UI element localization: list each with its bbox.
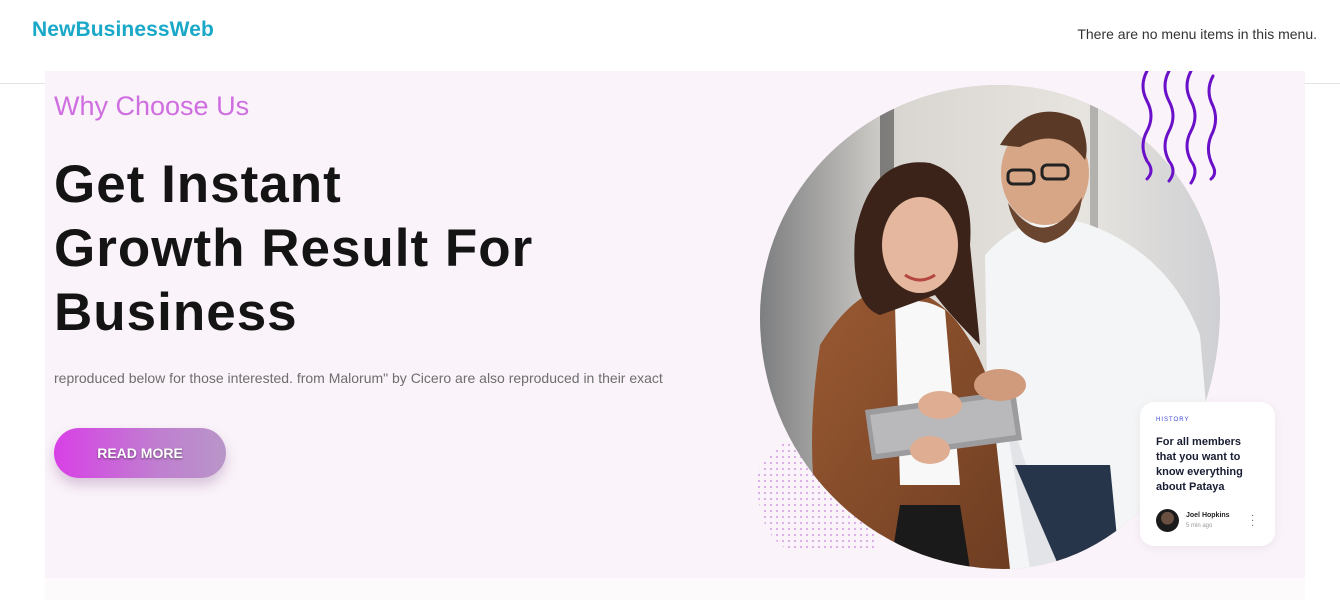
history-card[interactable]: HISTORY For all members that you want to… xyxy=(1140,402,1275,546)
card-tag: HISTORY xyxy=(1156,417,1190,423)
headline-line-1: Get Instant xyxy=(54,155,342,214)
card-time: 5 min ago xyxy=(1186,523,1213,529)
next-section-strip xyxy=(45,578,1305,600)
card-author: Joel Hopkins xyxy=(1186,512,1230,519)
headline-line-2: Growth Result For xyxy=(54,219,534,278)
more-vertical-icon[interactable]: · · · xyxy=(1251,511,1254,531)
read-more-button[interactable]: READ MORE xyxy=(54,428,226,478)
menu-empty-note: There are no menu items in this menu. xyxy=(1077,26,1317,42)
hero-description: reproduced below for those interested. f… xyxy=(54,370,663,386)
brand-logo-link[interactable]: NewBusinessWeb xyxy=(32,18,214,42)
avatar xyxy=(1156,509,1179,532)
hero-section: Why Choose Us Get Instant Growth Result … xyxy=(45,71,1305,578)
section-eyebrow: Why Choose Us xyxy=(54,91,250,121)
wave-lines-decoration xyxy=(1141,71,1218,185)
card-text: For all members that you want to know ev… xyxy=(1156,436,1243,493)
headline-line-3: Business xyxy=(54,283,298,342)
hero-headline: Get Instant Growth Result For Business xyxy=(54,153,674,345)
